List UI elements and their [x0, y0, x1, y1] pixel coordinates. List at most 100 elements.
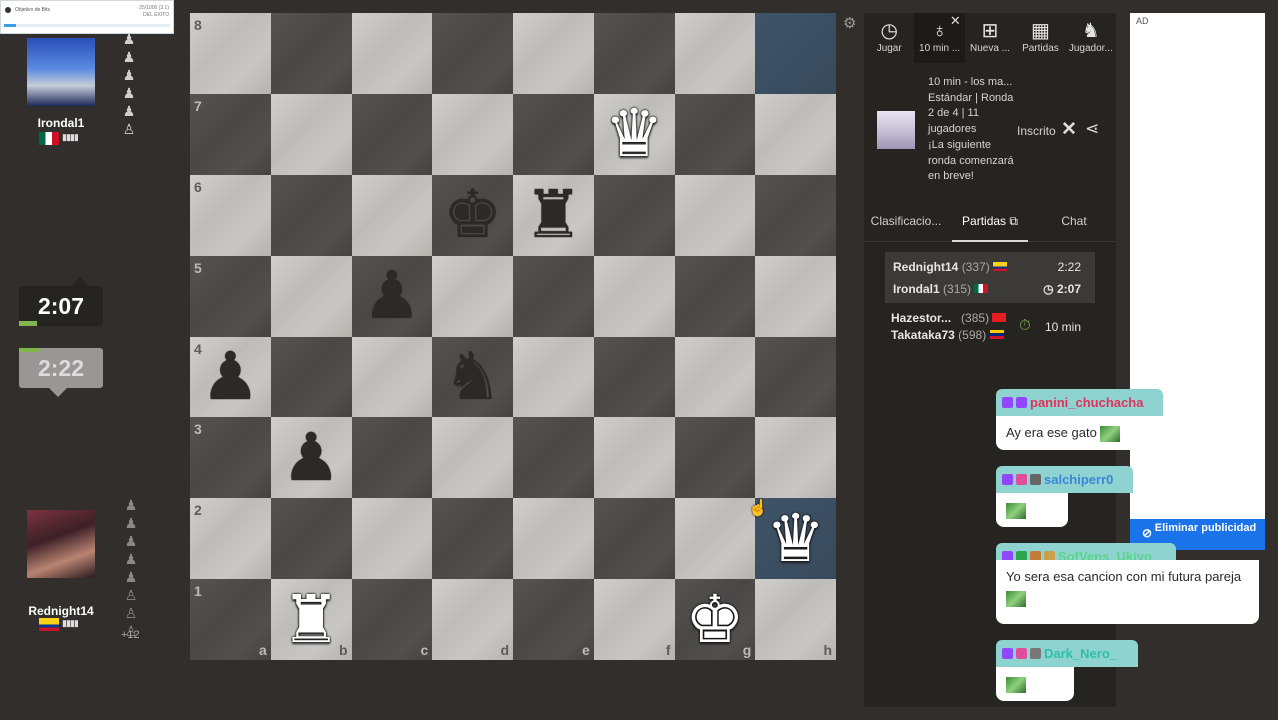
square-a4[interactable]: 4 ♟ [190, 336, 271, 418]
square-f5[interactable] [593, 255, 675, 337]
square-f7[interactable]: ♛ [593, 93, 675, 175]
nav-item-stopwatch[interactable]: ◷ Jugar [864, 13, 914, 63]
bottom-player-name[interactable]: Rednight14 [11, 604, 111, 618]
square-b8[interactable] [270, 13, 352, 94]
square-b4[interactable] [270, 336, 352, 418]
square-c4[interactable] [351, 336, 433, 418]
square-e4[interactable] [513, 336, 594, 418]
square-c7[interactable] [351, 93, 433, 175]
black-pawn-icon[interactable]: ♟ [201, 343, 260, 410]
black-knight-icon[interactable]: ♞ [443, 343, 502, 410]
captured-piece-icon: ♟ [122, 85, 136, 101]
tab-games[interactable]: Partidas ⧉ [948, 206, 1032, 242]
square-h4[interactable] [755, 336, 836, 418]
top-player-name[interactable]: Irondal1 [11, 116, 111, 130]
bottom-player-avatar[interactable] [27, 510, 95, 578]
square-h7[interactable] [755, 93, 836, 175]
square-b1[interactable]: b ♜ [270, 579, 352, 660]
square-b3[interactable]: ♟ [270, 417, 352, 499]
square-d8[interactable] [432, 13, 513, 94]
square-g8[interactable] [674, 13, 756, 94]
square-f2[interactable] [593, 498, 675, 580]
square-g4[interactable] [674, 336, 756, 418]
captured-piece-icon: ♟ [124, 533, 138, 549]
square-d1[interactable]: d [432, 579, 513, 660]
square-g1[interactable]: g ♚ [674, 579, 756, 660]
square-c3[interactable] [351, 417, 433, 499]
square-a7[interactable]: 7 [190, 93, 271, 175]
square-e3[interactable] [513, 417, 594, 499]
square-d3[interactable] [432, 417, 513, 499]
tab-standings[interactable]: Clasificacio... [864, 206, 948, 241]
square-e5[interactable] [513, 255, 594, 337]
square-c5[interactable]: ♟ [351, 255, 433, 337]
share-icon[interactable]: ⋖ [1085, 119, 1099, 139]
square-e1[interactable]: e [513, 579, 594, 660]
square-f3[interactable] [593, 417, 675, 499]
square-e2[interactable] [513, 498, 594, 580]
nav-item-plus[interactable]: ⊞ Nueva ... [965, 13, 1015, 63]
square-a6[interactable]: 6 [190, 174, 271, 256]
board-settings-gear-icon[interactable]: ⚙ [843, 14, 856, 32]
square-a5[interactable]: 5 [190, 255, 271, 337]
square-e8[interactable] [513, 13, 594, 94]
square-d7[interactable] [432, 93, 513, 175]
square-g6[interactable] [674, 174, 756, 256]
nav-item-players[interactable]: ♞ Jugador... [1066, 13, 1116, 63]
square-a8[interactable]: 8 [190, 13, 271, 94]
white-queen-icon[interactable]: ♛ [605, 101, 664, 167]
external-link-icon: ⧉ [1009, 214, 1018, 228]
square-b7[interactable] [270, 93, 352, 175]
square-h1[interactable]: h [755, 579, 836, 660]
square-f6[interactable] [593, 174, 675, 256]
black-pawn-icon[interactable]: ♟ [362, 263, 421, 329]
square-a1[interactable]: 1a [190, 579, 271, 660]
square-h3[interactable] [755, 417, 836, 499]
material-advantage: +12 [121, 629, 140, 641]
square-c6[interactable] [351, 174, 433, 256]
chat-text: Ay era ese gato [996, 416, 1218, 450]
square-b5[interactable] [270, 255, 352, 337]
square-c8[interactable] [351, 13, 433, 94]
square-c2[interactable] [351, 498, 433, 580]
ad-panel[interactable]: AD ⊘ Eliminar publicidad [1130, 13, 1265, 550]
close-tab-icon[interactable]: ✕ [950, 13, 961, 29]
tab-chat[interactable]: Chat [1032, 206, 1116, 241]
nav-label: Nueva ... [970, 43, 1011, 54]
black-rook-icon[interactable]: ♜ [524, 182, 583, 248]
square-f4[interactable] [593, 336, 675, 418]
white-king-icon[interactable]: ♚ [685, 586, 744, 653]
square-g7[interactable] [674, 93, 756, 175]
white-queen-icon[interactable]: ♛ [766, 505, 825, 572]
square-c1[interactable]: c [351, 579, 433, 660]
withdraw-close-icon[interactable]: ✕ [1061, 118, 1077, 141]
top-player-avatar[interactable] [27, 38, 95, 106]
chess-board[interactable]: 8 7 ♛ 6 ♚ ♜ 5 ♟ 4 ♟ ♞ 3 ♟ 2 ♛ 1 a b ♜ c d e f g ♚ h [190, 13, 836, 660]
square-d4[interactable]: ♞ [432, 336, 513, 418]
square-h6[interactable] [755, 174, 836, 256]
square-f1[interactable]: f [593, 579, 675, 660]
game-row[interactable]: Hazestor... (385) Takataka73 (598) ⏱ 10 … [885, 305, 1095, 347]
black-king-icon[interactable]: ♚ [443, 182, 502, 248]
square-a3[interactable]: 3 [190, 417, 271, 499]
square-g5[interactable] [674, 255, 756, 337]
square-d2[interactable] [432, 498, 513, 580]
square-g2[interactable] [674, 498, 756, 580]
square-b2[interactable] [270, 498, 352, 580]
square-a2[interactable]: 2 [190, 498, 271, 580]
square-g3[interactable] [674, 417, 756, 499]
square-e6[interactable]: ♜ [513, 174, 594, 256]
game-black-player: Takataka73 (598) [891, 328, 1004, 342]
square-b6[interactable] [270, 174, 352, 256]
square-f8[interactable] [593, 13, 675, 94]
black-pawn-icon[interactable]: ♟ [282, 424, 341, 491]
square-h8[interactable] [755, 13, 836, 94]
white-rook-icon[interactable]: ♜ [282, 586, 341, 653]
square-e7[interactable] [513, 93, 594, 175]
square-d6[interactable]: ♚ [432, 174, 513, 256]
square-d5[interactable] [432, 255, 513, 337]
game-row[interactable]: Rednight14 (337) 2:22 Irondal1 (315) ◷ 2… [885, 252, 1095, 303]
nav-item-medal[interactable]: ♁ 10 min ... ✕ [914, 13, 965, 63]
nav-item-board[interactable]: ▦ Partidas [1015, 13, 1065, 63]
square-h5[interactable] [755, 255, 836, 337]
